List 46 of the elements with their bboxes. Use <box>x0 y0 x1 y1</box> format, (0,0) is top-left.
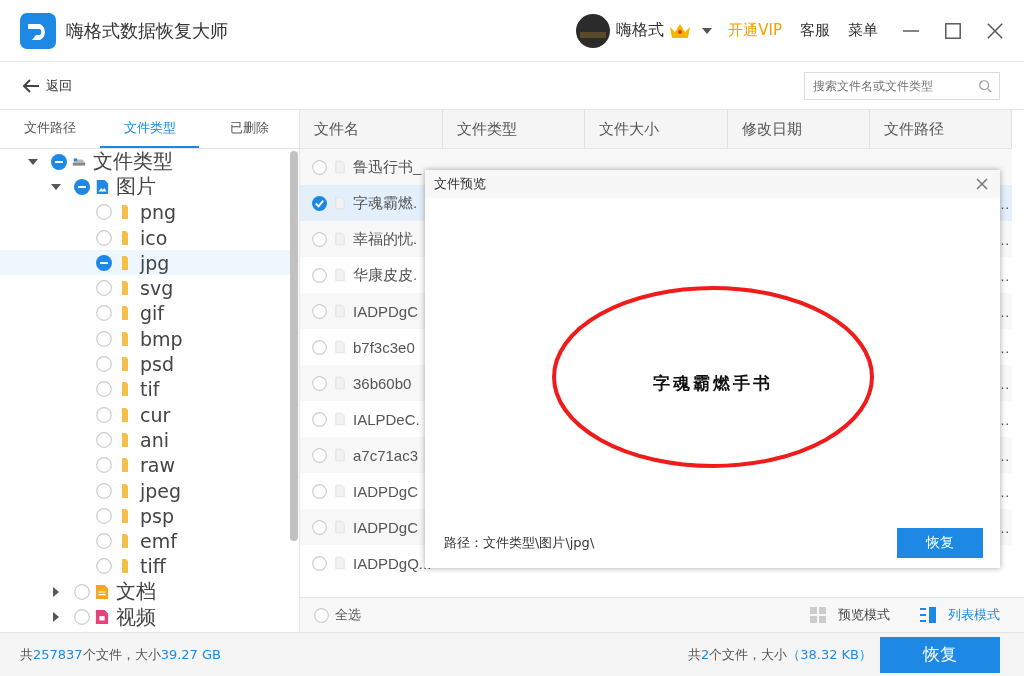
tree-label: 文件类型 <box>93 149 173 176</box>
table-cell: … <box>995 230 1010 248</box>
tree-label: ico <box>140 226 168 249</box>
tree-label: ani <box>140 428 169 451</box>
preview-image-text: 字魂霸燃手书 <box>652 371 773 395</box>
file-name: a7c71ac3 <box>353 446 419 464</box>
table-cell: … <box>995 518 1010 536</box>
table-cell: … <box>995 302 1010 320</box>
tree-label: 视频 <box>116 603 156 631</box>
tree-label: gif <box>140 302 165 325</box>
window-title: 嗨格式数据恢复大师 <box>66 18 228 43</box>
table-cell: … <box>995 194 1010 212</box>
total-files-text: 共257837个文件，大小39.27 GB <box>20 645 221 664</box>
tree-label: 文档 <box>116 578 156 606</box>
table-cell: … <box>995 374 1010 392</box>
selected-files-text: 共2个文件，大小（38.32 KB） <box>687 645 872 664</box>
file-name: IADPDgQ... <box>353 554 432 572</box>
tree-label: psp <box>140 504 175 527</box>
table-cell: … <box>995 338 1010 356</box>
file-name: IADPDgC <box>353 302 419 320</box>
tree-label: svg <box>140 277 174 300</box>
file-name: 字魂霸燃. <box>353 193 418 213</box>
file-path-text: 路径：文件类型\图片\jpg\ <box>444 534 595 552</box>
file-name: IALPDeC. <box>353 410 420 428</box>
table-cell: … <box>995 482 1010 500</box>
file-name: IADPDgC <box>353 482 419 500</box>
tree-label: raw <box>140 454 175 477</box>
table-cell: … <box>995 446 1010 464</box>
file-name: b7f3c3e0 <box>353 338 415 356</box>
tree-label: 图片 <box>116 173 156 201</box>
table-cell: … <box>995 410 1010 428</box>
tree-label: png <box>140 201 177 224</box>
tree-label: tif <box>140 378 160 401</box>
file-name: 华康皮皮. <box>353 265 418 285</box>
table-cell: … <box>995 266 1010 284</box>
file-name: 36b60b0 <box>353 374 412 392</box>
tree-label: psd <box>140 353 175 375</box>
tree-label: emf <box>140 530 177 553</box>
tree-label: jpeg <box>140 479 182 502</box>
file-name: IADPDgC <box>353 518 419 536</box>
tree-label: bmp <box>140 327 183 350</box>
tree-label: tiff <box>140 555 166 578</box>
file-name: 鲁迅行书_ <box>353 157 422 177</box>
tree-label: jpg <box>140 251 170 274</box>
tree-label: cur <box>140 403 171 426</box>
file-name: 幸福的忧. <box>353 229 418 249</box>
